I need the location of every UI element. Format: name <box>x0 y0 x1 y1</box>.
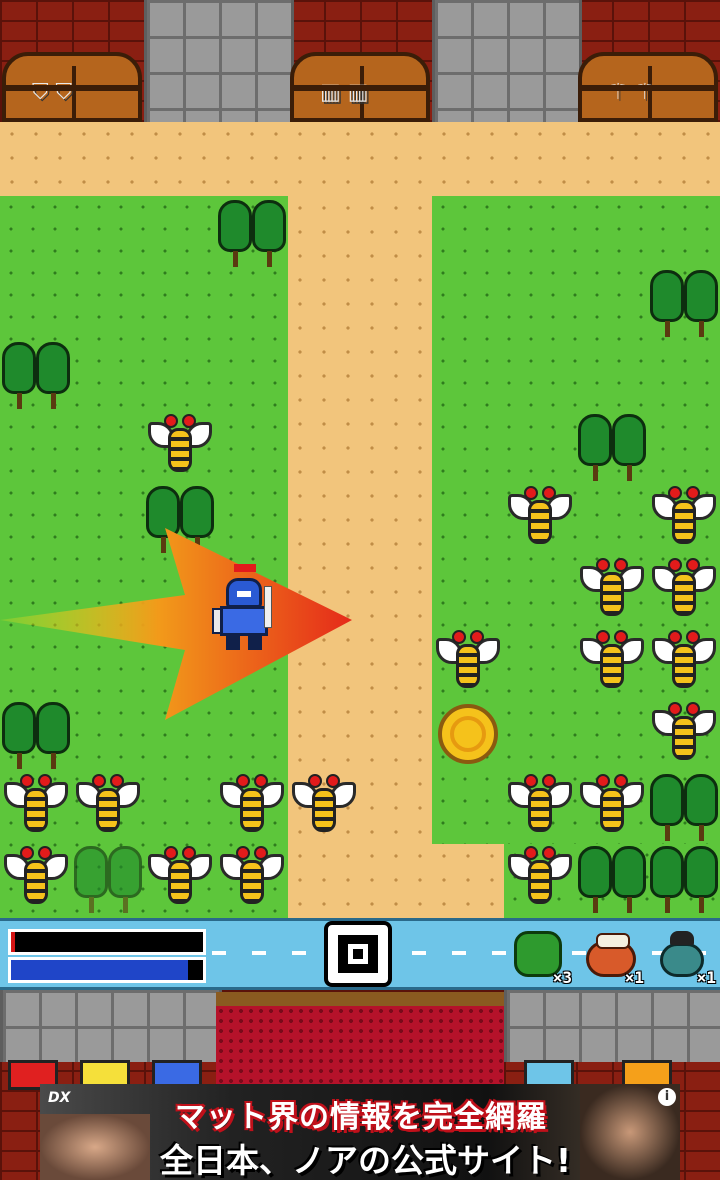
sand-road-corner <box>432 844 504 918</box>
tree <box>576 410 648 482</box>
shield-shop-door[interactable]: ⛉ ⛉ <box>2 52 142 122</box>
tree <box>0 338 72 410</box>
castle-wall-top: ⛉ ⛉ ▥ ▥ ⚚ ⚚ <box>0 0 720 122</box>
stone-block <box>0 990 222 1062</box>
stone-pillar <box>144 0 294 122</box>
bee-enemy[interactable] <box>144 842 216 914</box>
tree <box>648 266 720 338</box>
bee-enemy[interactable] <box>144 410 216 482</box>
bee-enemy[interactable] <box>288 770 360 842</box>
ad-subheadline: 全日本、ノアの公式サイト! <box>160 1141 572 1180</box>
stop-icon <box>338 935 378 973</box>
bee-enemy[interactable] <box>576 770 648 842</box>
ad-brand-logo: DX <box>48 1090 71 1106</box>
bee-enemy[interactable] <box>0 842 72 914</box>
herb-count: ×3 <box>552 968 572 987</box>
tree <box>216 196 288 268</box>
tree <box>648 770 720 842</box>
ad-headline: マット界の情報を完全網羅 <box>175 1100 547 1135</box>
bee-enemy[interactable] <box>648 626 720 698</box>
armor-shop-door[interactable]: ▥ ▥ <box>290 52 430 122</box>
stone-block <box>504 990 720 1062</box>
mp-bar <box>8 957 206 983</box>
red-carpet-entrance <box>216 992 504 1092</box>
weapon-shop-door[interactable]: ⚚ ⚚ <box>578 52 718 122</box>
meat-item-slot[interactable]: ×1 <box>582 927 644 987</box>
status-hud: ×3 ×1 ×1 <box>0 918 720 990</box>
tree <box>648 842 720 914</box>
ad-banner[interactable]: DX マット界の情報を完全網羅 全日本、ノアの公式サイト! i <box>40 1084 680 1180</box>
herb-item-slot[interactable]: ×3 <box>510 927 572 987</box>
ad-photo-left <box>40 1114 150 1180</box>
bee-enemy[interactable] <box>216 770 288 842</box>
attack-direction-arrow <box>0 528 352 720</box>
armor-icon: ▥ ▥ <box>320 80 369 105</box>
gold-coin-pickup[interactable] <box>438 704 498 764</box>
tree <box>576 842 648 914</box>
beetle-count: ×1 <box>696 968 716 987</box>
bee-enemy[interactable] <box>432 626 504 698</box>
hp-bar <box>8 929 206 955</box>
ad-info-icon[interactable]: i <box>658 1088 676 1106</box>
beetle-item-slot[interactable]: ×1 <box>654 927 716 987</box>
bee-enemy[interactable] <box>648 554 720 626</box>
bee-enemy[interactable] <box>216 842 288 914</box>
bee-enemy[interactable] <box>576 554 648 626</box>
bee-enemy[interactable] <box>504 770 576 842</box>
bee-enemy[interactable] <box>648 482 720 554</box>
tree <box>72 842 144 914</box>
weapon-icon: ⚚ ⚚ <box>608 80 655 105</box>
menu-button[interactable] <box>324 921 392 987</box>
shield-icon: ⛉ ⛉ <box>32 80 72 105</box>
knight-player[interactable] <box>212 564 280 654</box>
player-marker <box>234 564 256 572</box>
hp-bar-fill <box>11 932 15 952</box>
bee-enemy[interactable] <box>576 626 648 698</box>
sand-road-horizontal <box>0 122 720 196</box>
bee-enemy[interactable] <box>648 698 720 770</box>
bee-enemy[interactable] <box>0 770 72 842</box>
bee-enemy[interactable] <box>504 842 576 914</box>
meat-count: ×1 <box>624 968 644 987</box>
stone-pillar <box>432 0 582 122</box>
bee-enemy[interactable] <box>72 770 144 842</box>
mp-bar-fill <box>11 960 188 980</box>
bee-enemy[interactable] <box>504 482 576 554</box>
knight-helmet <box>226 578 262 608</box>
